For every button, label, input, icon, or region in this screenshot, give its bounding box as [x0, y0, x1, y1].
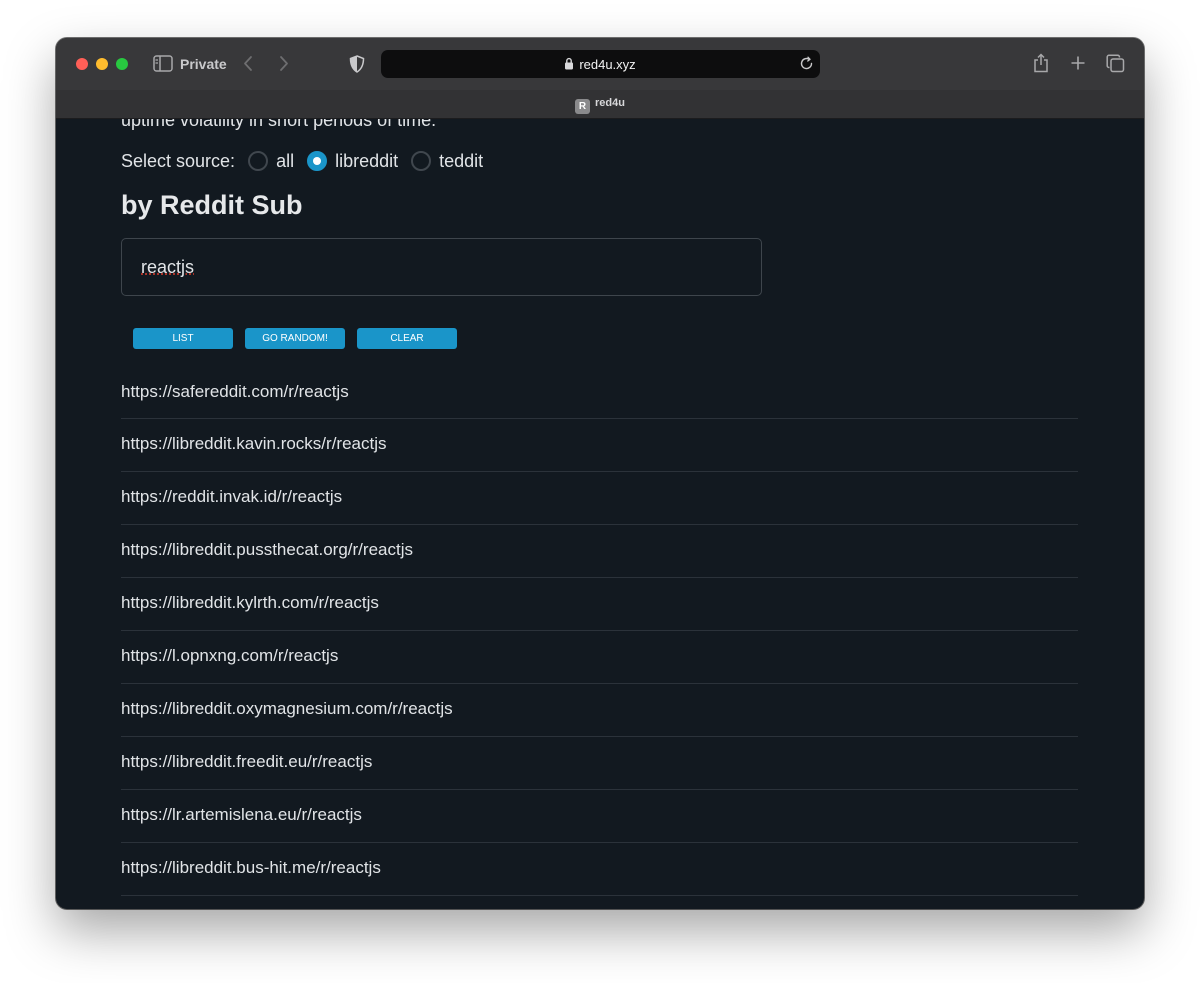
new-tab-icon[interactable]: [1070, 55, 1086, 76]
radio-libreddit-label[interactable]: libreddit: [335, 151, 398, 172]
result-link[interactable]: https://lr.artemislena.eu/r/reactjs: [121, 790, 1078, 843]
radio-all-label[interactable]: all: [276, 151, 294, 172]
close-window-button[interactable]: [76, 58, 88, 70]
sidebar-icon[interactable]: [153, 55, 173, 77]
page-content: uptime volatility in short periods of ti…: [56, 119, 1144, 909]
intro-text: uptime volatility in short periods of ti…: [121, 119, 437, 130]
source-label: Select source:: [121, 150, 236, 171]
radio-teddit-label[interactable]: teddit: [439, 151, 483, 172]
forward-icon[interactable]: [279, 55, 289, 77]
address-bar[interactable]: red4u.xyz: [381, 50, 820, 78]
tab-overview-icon[interactable]: [1106, 54, 1125, 78]
radio-libreddit[interactable]: [307, 151, 328, 171]
result-link[interactable]: https://safereddit.com/r/reactjs: [121, 367, 1078, 419]
result-link[interactable]: https://libreddit.kavin.rocks/r/reactjs: [121, 419, 1078, 472]
result-link[interactable]: https://reddit.invak.id/r/reactjs: [121, 472, 1078, 525]
result-link[interactable]: https://libreddit.pussthecat.org/r/react…: [121, 525, 1078, 578]
private-mode-label: Private: [180, 56, 227, 72]
results-list: https://safereddit.com/r/reactjs https:/…: [121, 367, 1078, 896]
zoom-window-button[interactable]: [116, 58, 128, 70]
browser-toolbar: Private red4u.xyz: [56, 38, 1144, 90]
back-icon[interactable]: [243, 55, 253, 77]
list-button[interactable]: LIST: [133, 328, 233, 349]
source-selector: Select source: all libreddit teddit: [121, 147, 483, 175]
section-title: by Reddit Sub: [121, 190, 303, 220]
subreddit-input[interactable]: reactjs: [121, 238, 762, 296]
favicon-icon: R: [575, 99, 591, 114]
result-link[interactable]: https://libreddit.kylrth.com/r/reactjs: [121, 578, 1078, 631]
subreddit-input-value[interactable]: reactjs: [141, 257, 194, 278]
result-link[interactable]: https://libreddit.bus-hit.me/r/reactjs: [121, 843, 1078, 896]
radio-teddit[interactable]: [411, 151, 432, 171]
tab-bar: Rred4u: [56, 90, 1144, 119]
reload-icon[interactable]: [799, 56, 814, 76]
result-link[interactable]: https://libreddit.freedit.eu/r/reactjs: [121, 737, 1078, 790]
active-tab[interactable]: Rred4u: [56, 97, 1144, 114]
browser-window: Private red4u.xyz R red4u uptime volatil…: [56, 38, 1144, 909]
minimize-window-button[interactable]: [96, 58, 108, 70]
privacy-shield-icon[interactable]: [349, 55, 365, 78]
url-text: red4u.xyz: [579, 57, 636, 72]
clear-button[interactable]: CLEAR: [357, 328, 457, 349]
result-link[interactable]: https://l.opnxng.com/r/reactjs: [121, 631, 1078, 684]
share-icon[interactable]: [1033, 53, 1049, 78]
radio-all[interactable]: [248, 151, 269, 171]
tab-title: red4u: [595, 97, 625, 109]
go-random-button[interactable]: GO RANDOM!: [245, 328, 345, 349]
result-link[interactable]: https://libreddit.oxymagnesium.com/r/rea…: [121, 684, 1078, 737]
